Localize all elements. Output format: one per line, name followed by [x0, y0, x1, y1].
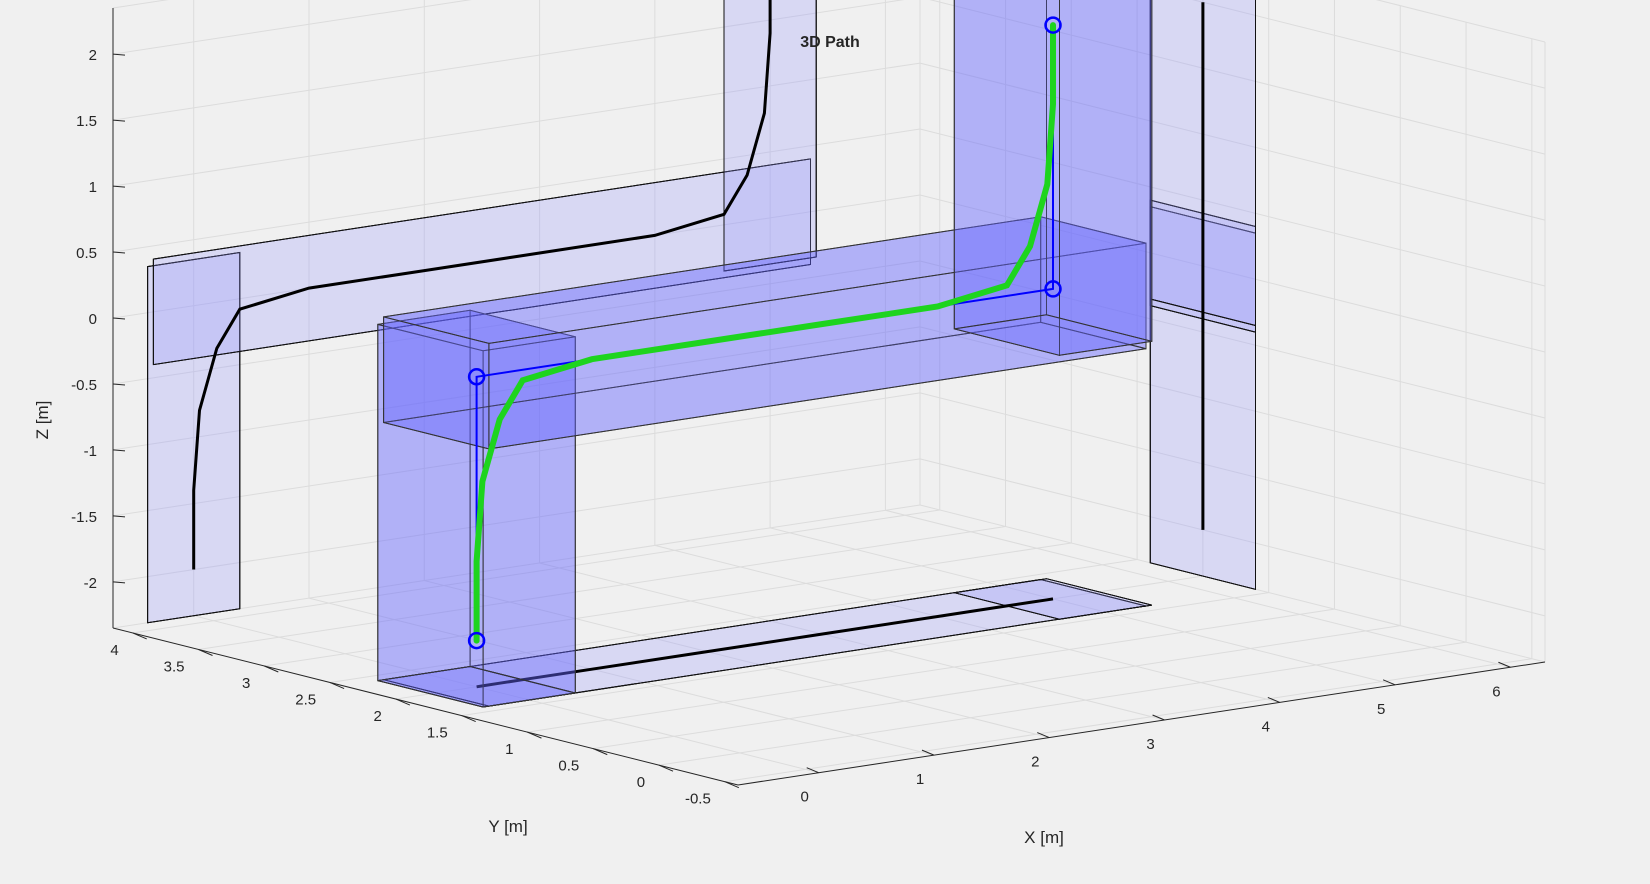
y-tick-label: 2: [374, 708, 382, 725]
axes: [112, 8, 1546, 789]
y-axis-label: Y [m]: [488, 817, 527, 836]
z-tick-mark: [112, 449, 126, 452]
x-tick-label: 6: [1492, 683, 1500, 700]
y-tick-label: 1: [505, 741, 513, 758]
y-tick-label: -0.5: [685, 791, 711, 808]
z-tick-mark: [112, 515, 126, 518]
x-tick-label: 4: [1262, 718, 1270, 735]
chart-title: 3D Path: [800, 34, 860, 51]
y-tick-label: 3.5: [164, 658, 185, 675]
z-tick-label: -1: [84, 443, 97, 460]
x-axis-label: X [m]: [1024, 828, 1064, 847]
figure-window: 0 1 2 3 4 5 6 -0.5 0 0.5 1 1.5 2 2.5 3 3.5 4 -2 -1.5 -1 -0.5…: [0, 0, 1650, 884]
y-tick-label: 0.5: [558, 758, 579, 775]
grid-line-y-floor: [724, 658, 1532, 783]
z-tick-label: -2: [84, 575, 97, 592]
x-tick-label: 0: [801, 789, 809, 806]
x-tick-label: 1: [916, 771, 924, 788]
z-tick-label: 1.5: [76, 113, 97, 130]
z-tick-label: 2: [89, 47, 97, 64]
x-axis-line: [737, 661, 1546, 786]
y-tick-label: 3: [242, 675, 250, 692]
z-tick-mark: [112, 317, 126, 320]
y-tick-label: 4: [110, 642, 118, 659]
z-tick-label: 0: [89, 311, 97, 328]
z-tick-mark: [112, 251, 126, 254]
z-tick-mark: [112, 53, 126, 56]
z-tick-mark: [112, 185, 126, 188]
x-tick-label: 3: [1146, 736, 1154, 753]
z-tick-mark: [112, 119, 126, 122]
z-tick-label: -0.5: [71, 377, 97, 394]
y-tick-label: 2.5: [295, 692, 316, 709]
z-tick-label: 0.5: [76, 245, 97, 262]
z-tick-mark: [112, 581, 126, 584]
z-tick-mark: [112, 383, 126, 386]
3d-path-plot: 0 1 2 3 4 5 6 -0.5 0 0.5 1 1.5 2 2.5 3 3.5 4 -2 -1.5 -1 -0.5…: [33, 0, 1546, 847]
tube-box-face: [1046, 0, 1153, 342]
z-axis-label: Z [m]: [33, 401, 52, 440]
y-tick-label: 1.5: [427, 725, 448, 742]
x-tick-label: 5: [1377, 701, 1385, 718]
z-tick-label: 1: [89, 179, 97, 196]
y-tick-label: 0: [637, 774, 645, 791]
x-tick-label: 2: [1031, 754, 1039, 771]
z-tick-label: -1.5: [71, 509, 97, 526]
